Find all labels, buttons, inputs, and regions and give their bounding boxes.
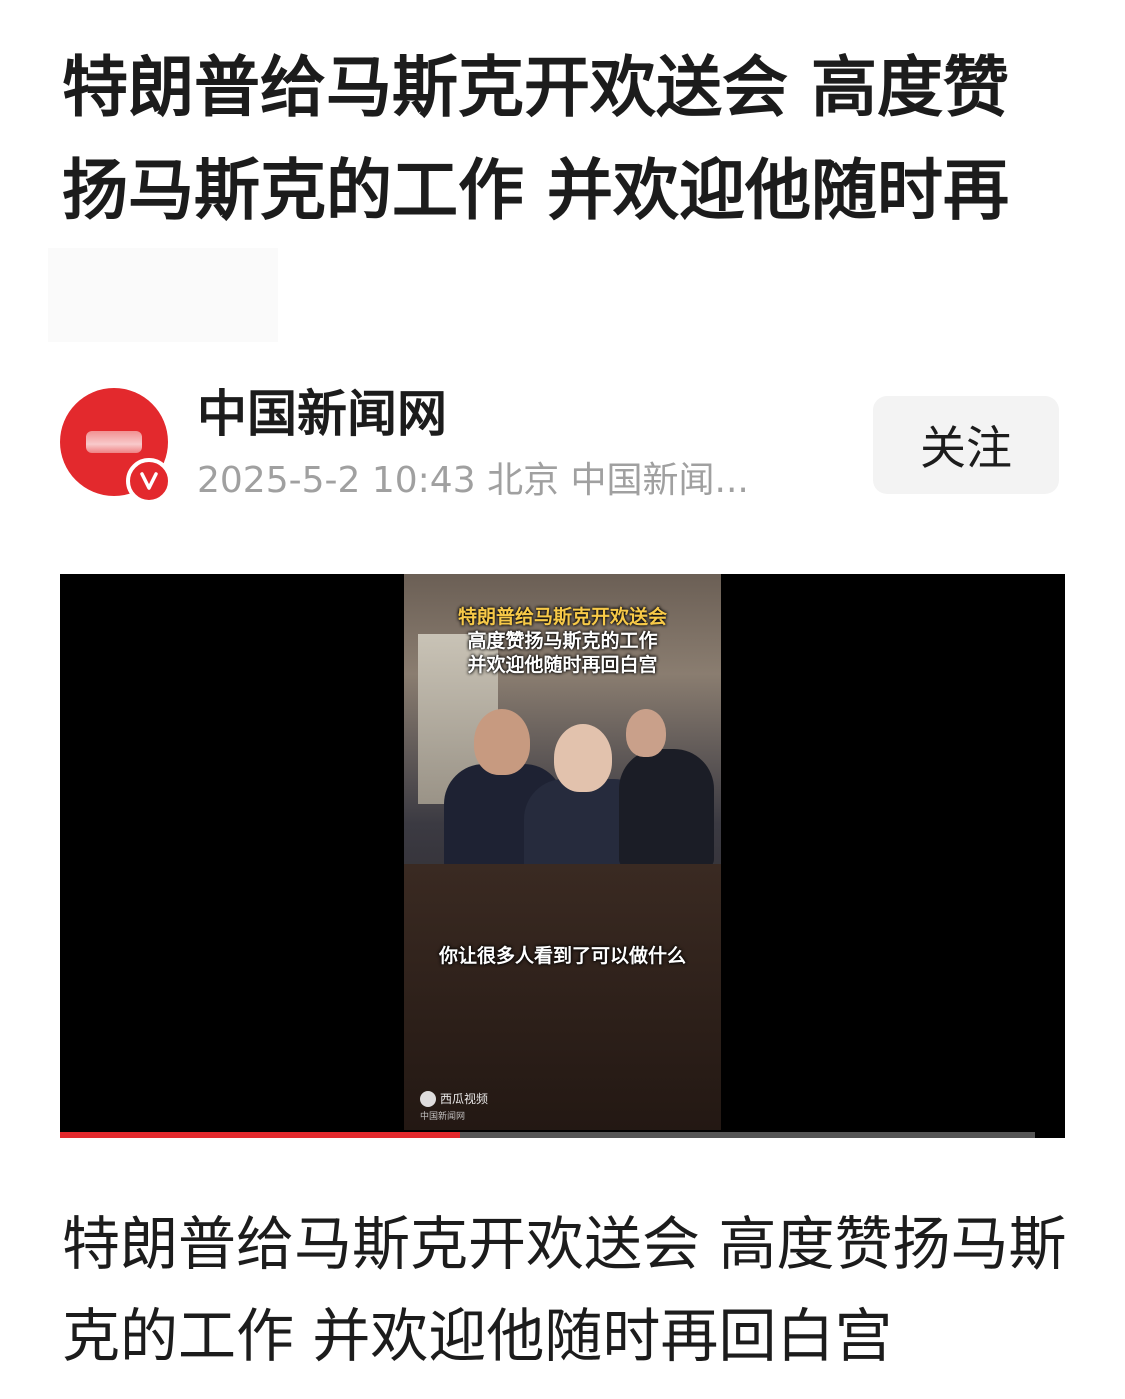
video-progress-bar[interactable] <box>60 1132 1035 1138</box>
follow-button[interactable]: 关注 <box>873 396 1059 494</box>
verified-v-glyph <box>140 472 158 490</box>
video-frame: 特朗普给马斯克开欢送会 高度赞扬马斯克的工作 并欢迎他随时再回白宫 你让很多人看… <box>404 574 721 1130</box>
video-subtitle: 你让很多人看到了可以做什么 <box>438 945 686 967</box>
publish-location: 北京 <box>487 460 560 501</box>
video-scene-head <box>474 709 530 775</box>
article-headline: 特朗普给马斯克开欢送会 高度赞扬马斯克的工作 并欢迎他随时再 <box>62 49 1009 229</box>
xigua-logo-icon <box>420 1091 436 1107</box>
video-scene-head <box>554 724 612 792</box>
verified-v-icon <box>126 458 172 504</box>
video-watermark: 西瓜视频 <box>440 1092 489 1106</box>
video-title-line3: 并欢迎他随时再回白宫 <box>467 654 658 676</box>
video-player[interactable]: 特朗普给马斯克开欢送会 高度赞扬马斯克的工作 并欢迎他随时再回白宫 你让很多人看… <box>60 574 1065 1138</box>
publish-time: 10:43 <box>371 460 476 501</box>
author-row: 中国新闻网 2025-5-2 10:43 北京 中国新闻... 关注 <box>0 380 1125 510</box>
video-watermark-sub: 中国新闻网 <box>420 1112 466 1122</box>
publish-source: 中国新闻... <box>570 460 749 501</box>
publish-date: 2025-5-2 <box>197 460 361 501</box>
article-body-text: 特朗普给马斯克开欢送会 高度赞扬马斯克的工作 并欢迎他随时再回白宫 <box>62 1210 1067 1370</box>
publish-meta: 2025-5-2 10:43 北京 中国新闻... <box>197 458 817 504</box>
headline-fade-overlay <box>48 248 278 342</box>
video-progress-fill <box>60 1132 460 1138</box>
article-page: 特朗普给马斯克开欢送会 高度赞扬马斯克的工作 并欢迎他随时再 中国新闻网 202… <box>0 0 1125 1399</box>
author-name[interactable]: 中国新闻网 <box>197 382 447 446</box>
video-scene-head <box>626 709 666 757</box>
video-title-line2: 高度赞扬马斯克的工作 <box>467 630 658 652</box>
video-title-line1: 特朗普给马斯克开欢送会 <box>457 606 667 628</box>
avatar-logo <box>86 431 142 453</box>
video-scene-person <box>619 749 714 869</box>
